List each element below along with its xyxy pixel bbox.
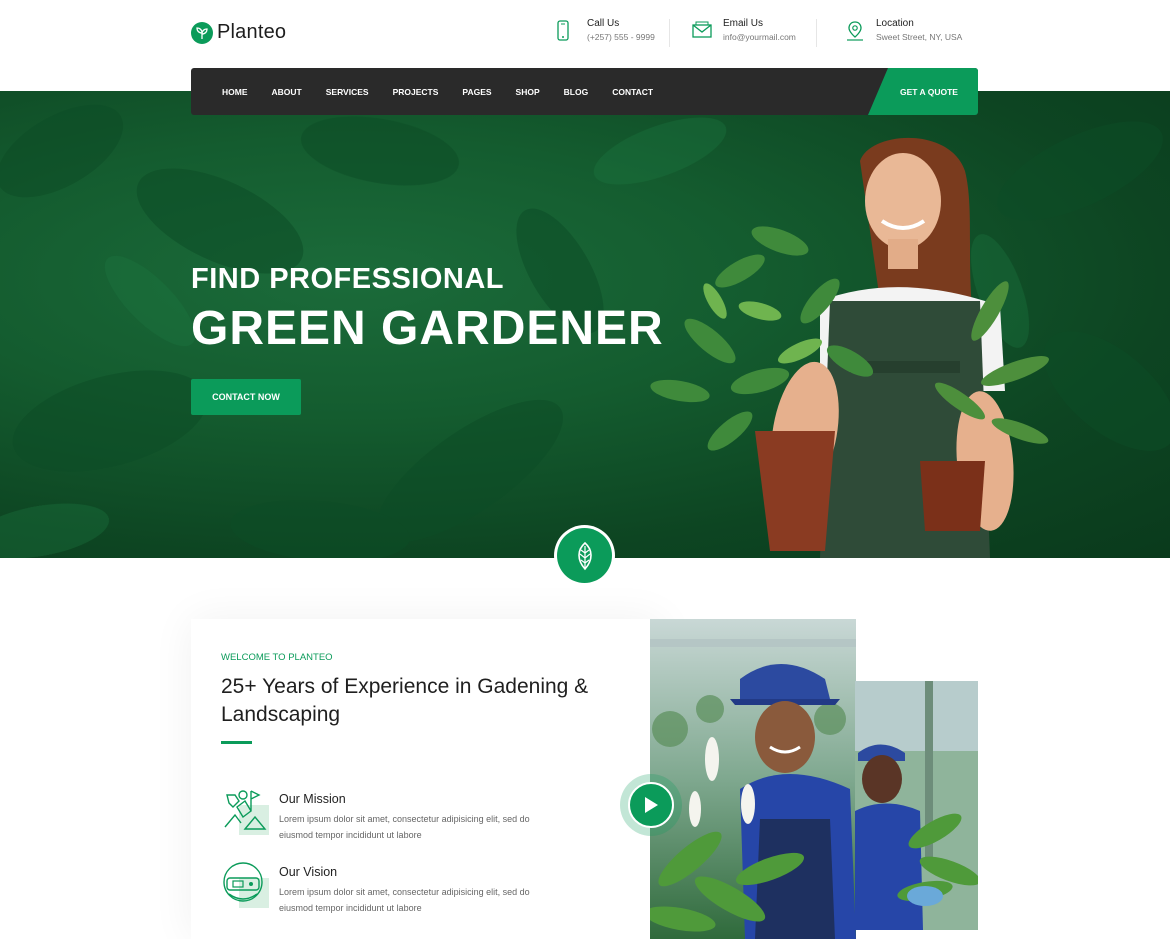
mission-title: Our Mission bbox=[279, 792, 346, 806]
logo-text: Planteo bbox=[217, 21, 287, 43]
nav-item-services[interactable]: SERVICES bbox=[326, 87, 369, 97]
nav-item-home[interactable]: HOME bbox=[222, 87, 248, 97]
nav-item-projects[interactable]: PROJECTS bbox=[393, 87, 439, 97]
sprout-icon bbox=[191, 21, 213, 44]
play-video-button[interactable] bbox=[620, 774, 682, 836]
nav-item-shop[interactable]: SHOP bbox=[516, 87, 540, 97]
email-us-info[interactable]: Email Us info@yourmail.com bbox=[692, 17, 796, 46]
about-photo-secondary bbox=[855, 681, 978, 930]
play-icon bbox=[628, 782, 674, 828]
email-value: info@yourmail.com bbox=[723, 32, 796, 42]
hero-section: FIND PROFESSIONAL GREEN GARDENER CONTACT… bbox=[0, 91, 1170, 558]
hero-subtitle: FIND PROFESSIONAL bbox=[191, 263, 505, 295]
vision-icon bbox=[221, 860, 271, 910]
phone-icon bbox=[556, 20, 578, 46]
main-nav: HOME ABOUT SERVICES PROJECTS PAGES SHOP … bbox=[191, 68, 978, 115]
nav-item-contact[interactable]: CONTACT bbox=[612, 87, 653, 97]
divider bbox=[669, 19, 670, 47]
about-kicker: WELCOME TO PLANTEO bbox=[221, 652, 333, 663]
get-a-quote-button[interactable]: GET A QUOTE bbox=[868, 68, 978, 115]
call-value: (+257) 555 - 9999 bbox=[587, 32, 655, 42]
call-label: Call Us bbox=[587, 18, 620, 29]
location-info[interactable]: Location Sweet Street, NY, USA bbox=[845, 17, 962, 46]
about-photo-main bbox=[650, 619, 856, 939]
leaf-icon bbox=[557, 528, 612, 583]
mission-text: Lorem ipsum dolor sit amet, consectetur … bbox=[279, 814, 530, 840]
contact-now-button[interactable]: CONTACT NOW bbox=[191, 379, 301, 415]
site-logo[interactable]: Planteo bbox=[191, 21, 286, 44]
gardener-icon bbox=[221, 787, 271, 837]
nav-item-blog[interactable]: BLOG bbox=[564, 87, 589, 97]
nav-item-about[interactable]: ABOUT bbox=[272, 87, 302, 97]
vision-text: Lorem ipsum dolor sit amet, consectetur … bbox=[279, 887, 530, 913]
title-underline bbox=[221, 741, 252, 744]
nav-item-pages[interactable]: PAGES bbox=[462, 87, 491, 97]
call-us-info[interactable]: Call Us (+257) 555 - 9999 bbox=[556, 17, 655, 46]
vision-title: Our Vision bbox=[279, 865, 338, 879]
envelope-icon bbox=[692, 20, 714, 46]
location-value: Sweet Street, NY, USA bbox=[876, 32, 963, 42]
hero-gardener-image bbox=[650, 137, 1049, 558]
hero-title: GREEN GARDENER bbox=[191, 302, 664, 355]
map-pin-icon bbox=[845, 20, 867, 46]
location-label: Location bbox=[876, 18, 914, 29]
divider bbox=[816, 19, 817, 47]
email-label: Email Us bbox=[723, 18, 764, 29]
about-title: 25+ Years of Experience in Gadening & La… bbox=[221, 675, 589, 726]
